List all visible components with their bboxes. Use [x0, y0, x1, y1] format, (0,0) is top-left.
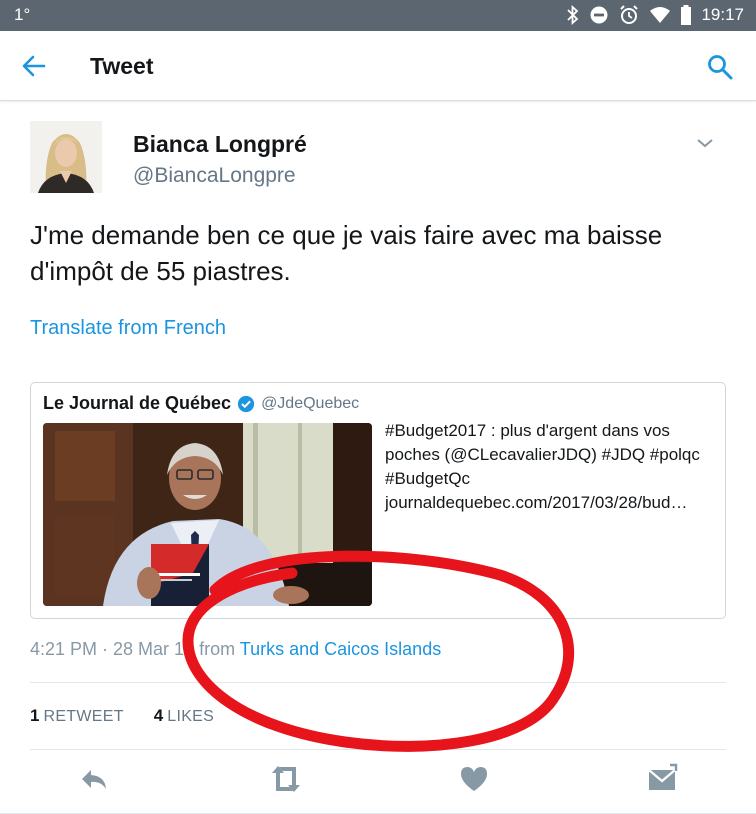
divider: [30, 682, 726, 683]
retweets-count[interactable]: 1 RETWEET: [30, 706, 124, 726]
tweet-metadata: 4:21 PM · 28 Mar 17 from Turks and Caico…: [30, 639, 441, 660]
chevron-down-icon: [697, 139, 713, 148]
quoted-tweet-text: #Budget2017 : plus d'argent dans vos poc…: [385, 421, 700, 512]
engagement-counts: 1 RETWEET 4 LIKES: [30, 706, 214, 726]
retweet-button[interactable]: [268, 763, 304, 795]
direct-message-button[interactable]: [646, 763, 678, 795]
retweet-icon: [272, 766, 300, 792]
direct-message-icon: [648, 763, 678, 790]
app-bar: Tweet: [0, 31, 756, 101]
from-label: from: [199, 639, 236, 659]
bluetooth-icon: [566, 5, 580, 25]
tweet-timestamp: 4:21 PM · 28 Mar 17: [30, 639, 195, 659]
like-icon: [461, 767, 487, 791]
retweets-number: 1: [30, 706, 40, 725]
status-temperature: 1°: [14, 5, 31, 24]
wifi-icon: [649, 6, 671, 24]
likes-count[interactable]: 4 LIKES: [154, 706, 214, 726]
status-icons: 19:17: [566, 4, 744, 26]
quoted-media-image[interactable]: [43, 423, 372, 606]
back-button[interactable]: [20, 53, 50, 79]
author-name[interactable]: Bianca Longpré: [133, 131, 307, 158]
tweet-location-link[interactable]: Turks and Caicos Islands: [240, 639, 441, 659]
search-button[interactable]: [706, 53, 734, 81]
author-handle[interactable]: @BiancaLongpre: [133, 164, 296, 188]
status-bar: 1° 19:17: [0, 0, 756, 31]
battery-icon: [680, 5, 692, 25]
reply-icon: [82, 770, 106, 789]
quoted-author-name: Le Journal de Québec: [43, 393, 232, 413]
tweet-actions: [0, 763, 756, 799]
do-not-disturb-icon: [589, 5, 609, 25]
retweets-label: RETWEET: [43, 708, 124, 725]
tweet-detail: Bianca Longpré @BiancaLongpre J'me deman…: [0, 101, 756, 814]
alarm-icon: [618, 4, 640, 26]
status-time: 19:17: [701, 5, 744, 24]
reply-button[interactable]: [78, 763, 110, 795]
translate-link[interactable]: Translate from French: [30, 317, 226, 340]
quoted-author-handle: @JdeQuebec: [261, 394, 360, 412]
likes-label: LIKES: [167, 708, 215, 725]
quoted-tweet[interactable]: Le Journal de Québec @JdeQuebec #Budget2…: [30, 382, 726, 619]
page-title: Tweet: [90, 53, 154, 79]
avatar[interactable]: [30, 121, 102, 193]
back-arrow-icon: [22, 55, 46, 77]
search-icon: [708, 55, 733, 80]
divider: [30, 749, 726, 750]
verified-icon: [237, 395, 255, 412]
tweet-options-button[interactable]: [694, 135, 716, 151]
like-button[interactable]: [458, 763, 490, 795]
quoted-tweet-header: Le Journal de Québec @JdeQuebec: [43, 393, 359, 414]
likes-number: 4: [153, 706, 164, 725]
tweet-text: J'me demande ben ce que je vais faire av…: [30, 220, 663, 286]
